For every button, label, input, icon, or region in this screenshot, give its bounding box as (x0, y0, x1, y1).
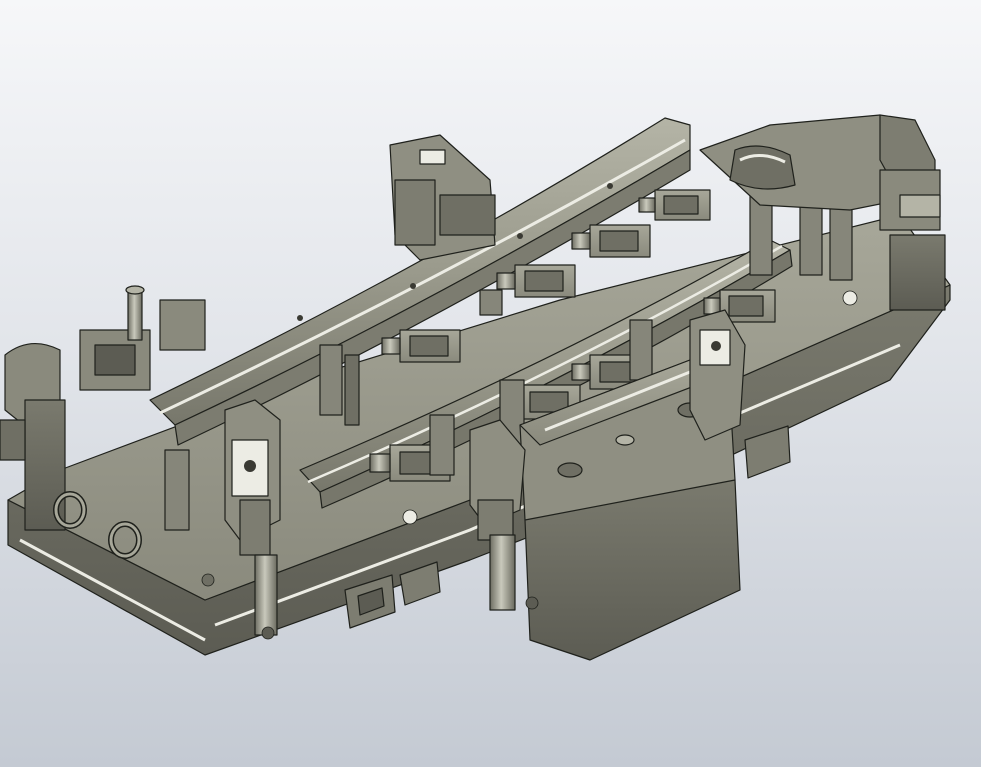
fixture-3d-model[interactable] (0, 0, 981, 767)
cad-viewport[interactable] (0, 0, 981, 767)
rear-tower (389, 134, 496, 261)
